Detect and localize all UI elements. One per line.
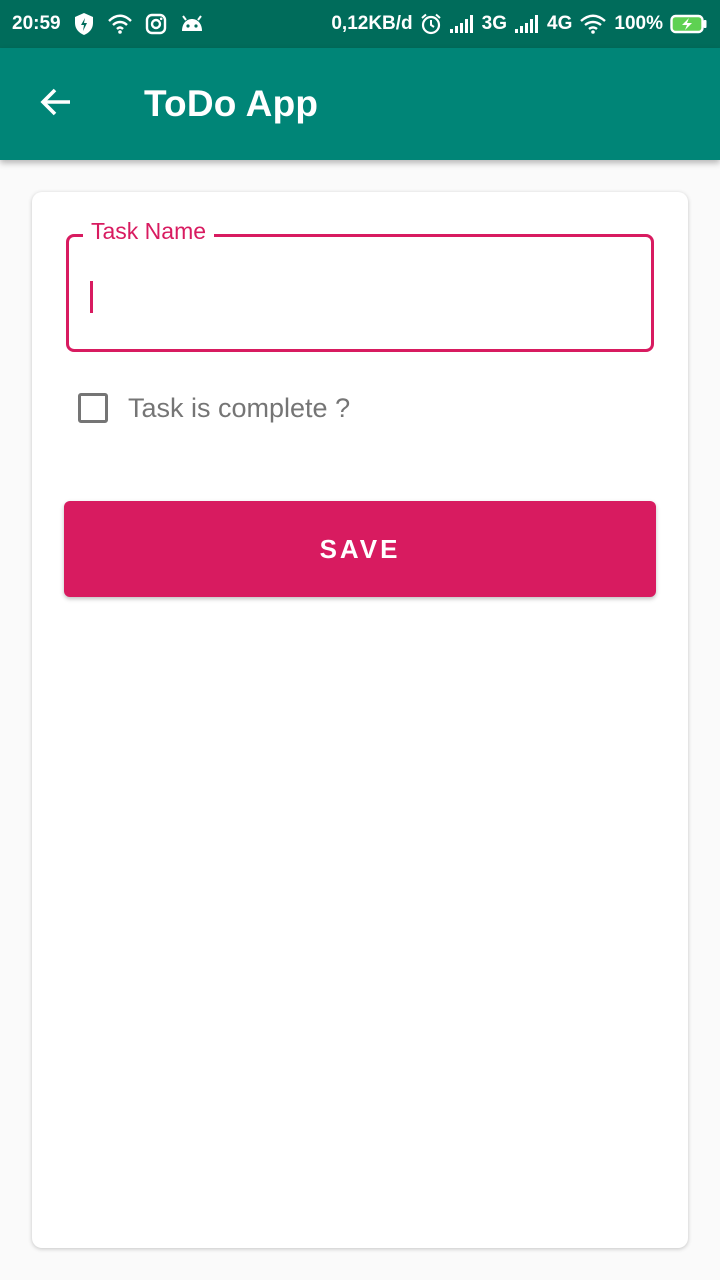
task-form-card: Task Name Task is complete ? SAVE bbox=[32, 192, 688, 1248]
signal-icon bbox=[449, 15, 475, 33]
android-icon bbox=[179, 14, 205, 34]
signal-icon bbox=[514, 15, 540, 33]
battery-level: 100% bbox=[614, 13, 663, 34]
task-complete-label: Task is complete ? bbox=[128, 392, 351, 423]
task-name-label: Task Name bbox=[83, 218, 215, 245]
back-button[interactable] bbox=[28, 76, 84, 132]
task-name-input[interactable] bbox=[83, 265, 643, 313]
task-name-field[interactable]: Task Name bbox=[66, 218, 654, 352]
wifi-icon bbox=[107, 14, 133, 34]
battery-charging-icon bbox=[670, 14, 708, 34]
arrow-back-icon bbox=[38, 84, 74, 125]
network-type-4g: 4G bbox=[547, 13, 573, 34]
status-bar-right: 0,12KB/d 3G 4G 100% bbox=[331, 13, 708, 35]
status-bar: 20:59 0,12KB/d 3G 4G 100% bbox=[0, 0, 720, 48]
network-type-3g: 3G bbox=[481, 13, 508, 34]
app-title: ToDo App bbox=[144, 83, 319, 124]
status-time: 20:59 bbox=[12, 13, 61, 34]
task-complete-row[interactable]: Task is complete ? bbox=[78, 386, 350, 430]
instagram-icon bbox=[145, 13, 167, 35]
task-complete-checkbox[interactable] bbox=[78, 393, 108, 423]
text-cursor bbox=[90, 281, 93, 313]
app-bar: ToDo App bbox=[0, 48, 720, 160]
wifi-icon bbox=[579, 14, 607, 34]
status-bar-left: 20:59 bbox=[12, 12, 205, 36]
shield-icon bbox=[73, 12, 95, 36]
network-speed: 0,12KB/d bbox=[331, 13, 413, 34]
alarm-icon bbox=[420, 13, 442, 35]
save-button[interactable]: SAVE bbox=[64, 501, 656, 597]
